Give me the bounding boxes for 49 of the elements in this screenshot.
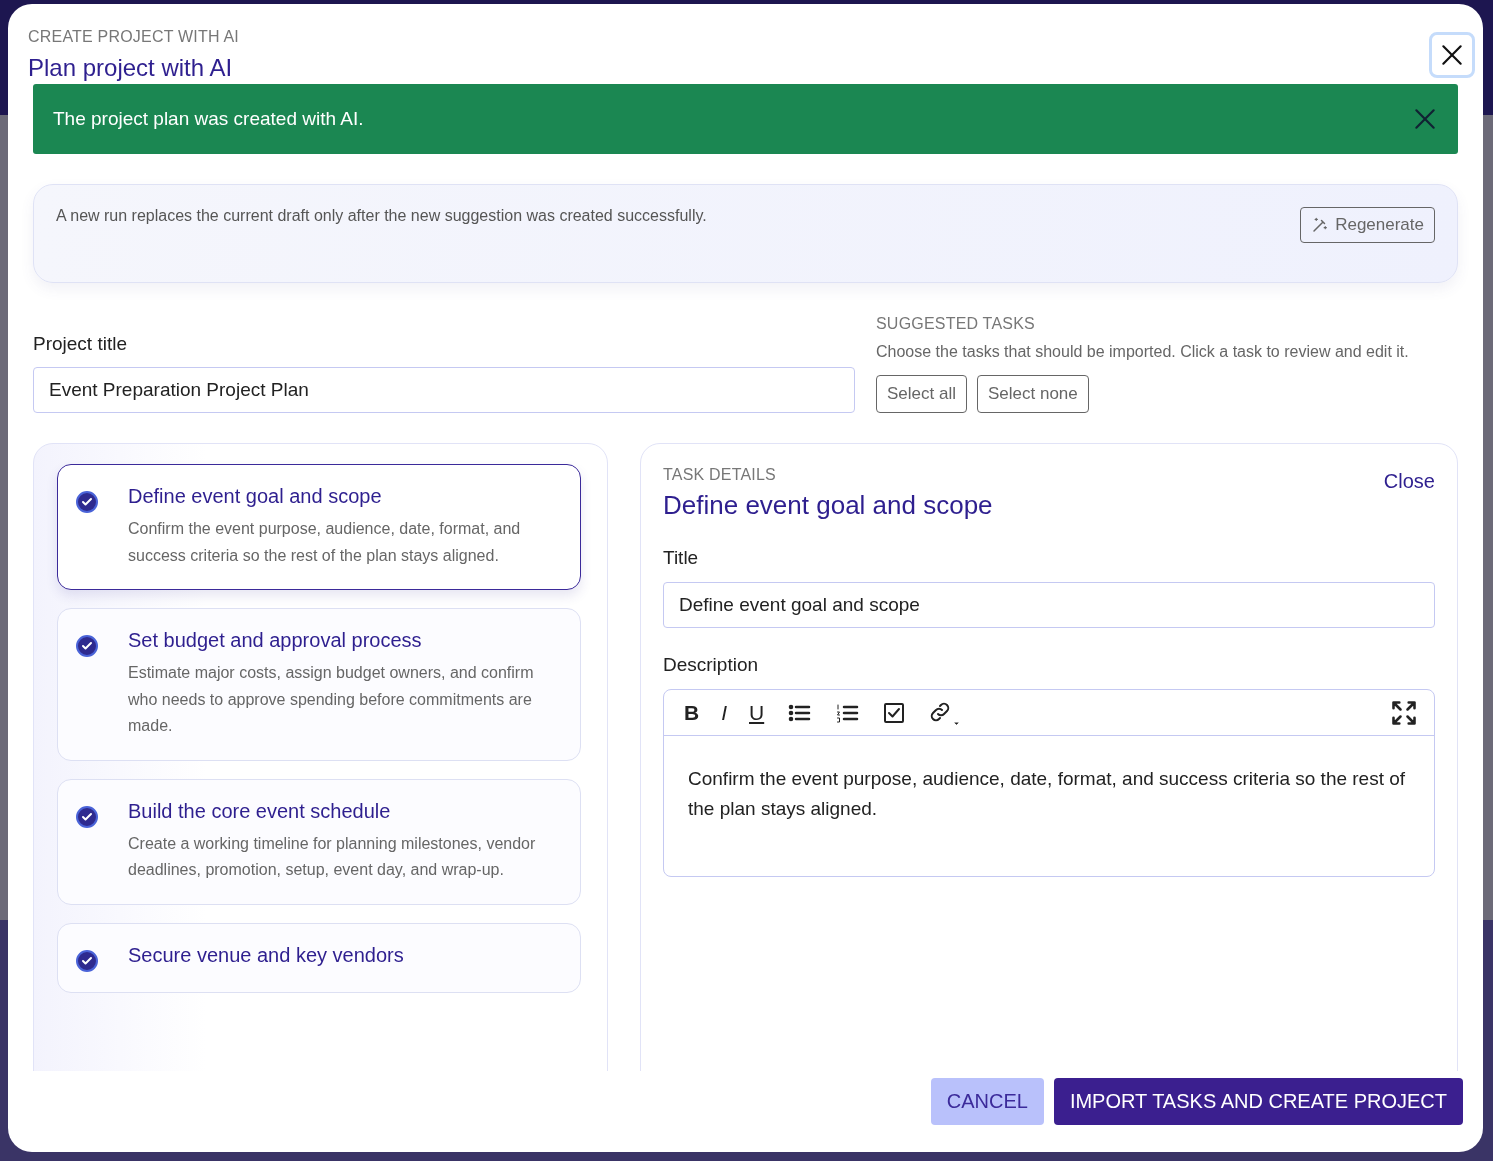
close-button[interactable]: [1429, 32, 1475, 78]
checkbox[interactable]: [76, 805, 98, 828]
info-text: A new run replaces the current draft only after the new suggestion was created successfully.: [56, 207, 707, 225]
task-card[interactable]: Secure venue and key vendors: [57, 922, 581, 993]
magic-wand-icon: [1311, 216, 1330, 234]
alert-message: The project plan was created with AI.: [53, 108, 364, 130]
check-icon: [81, 640, 93, 652]
task-title: Build the core event schedule: [128, 799, 392, 823]
close-link[interactable]: Close: [1383, 470, 1435, 493]
task-title: Secure venue and key vendors: [128, 943, 405, 967]
expand-icon: [1390, 698, 1418, 727]
task-card[interactable]: Define event goal and scope Confirm the event purpose, audience, date, format, and success criteria so the rest of the plan stays aligned.: [57, 464, 581, 590]
task-description: Create a working timeline for planning milestones, vendor deadlines, promotion, setup, event day, and wrap-up.: [128, 833, 537, 880]
field-label: Description: [663, 654, 760, 676]
field-label: Title: [663, 547, 700, 569]
regenerate-button[interactable]: Regenerate: [1300, 207, 1435, 243]
field-label: Project title: [33, 333, 128, 355]
checkbox-icon: [882, 700, 907, 725]
task-description: Estimate major costs, assign budget owners, and confirm who needs to approve spending before commitments are made.: [128, 663, 535, 736]
task-card[interactable]: Build the core event schedule Create a working timeline for planning milestones, vendor deadlines, promotion, setup, event day, and wrap-up.: [57, 778, 581, 905]
task-title: Define event goal and scope: [128, 485, 383, 508]
checkbox[interactable]: [76, 949, 98, 972]
checkbox[interactable]: [76, 491, 98, 513]
close-icon: [1412, 106, 1438, 132]
section-eyebrow: SUGGESTED TASKS: [876, 315, 1036, 333]
import-button[interactable]: IMPORT TASKS AND CREATE PROJECT: [1053, 1078, 1463, 1125]
bold-button[interactable]: B: [682, 700, 702, 725]
task-card[interactable]: Set budget and approval process Estimate major costs, assign budget owners, and confirm who needs to approve spending before commitments are made.: [57, 608, 581, 761]
project-title-field[interactable]: Event Preparation Project Plan: [33, 367, 855, 413]
close-icon: [1439, 42, 1465, 68]
dialog-title: Plan project with AI: [28, 54, 234, 82]
task-title-field[interactable]: Define event goal and scope: [663, 582, 1435, 628]
check-icon: [81, 810, 93, 823]
underline-button[interactable]: U: [747, 700, 767, 725]
check-icon: [81, 496, 93, 508]
section-description: Choose the tasks that should be imported. Click a task to review and edit it.: [876, 342, 1410, 362]
select-button[interactable]: Select all: [876, 375, 967, 413]
details-eyebrow: TASK DETAILS: [663, 466, 777, 484]
details-title: Define event goal and scope: [663, 490, 993, 521]
select-button[interactable]: Select none: [977, 375, 1089, 413]
description-text: Confirm the event purpose, audience, date, format, and success criteria so the rest of the plan stays aligned.: [687, 767, 1407, 821]
italic-button[interactable]: I: [719, 700, 729, 725]
task-description: Confirm the event purpose, audience, date, format, and success criteria so the rest of the plan stays aligned.: [128, 519, 522, 566]
cancel-button[interactable]: CANCEL: [930, 1078, 1044, 1125]
task-title: Set budget and approval process: [128, 629, 423, 652]
check-icon: [81, 954, 93, 967]
rich-text-editor[interactable]: B I U Confirm the event purpose, audience, date, format, and success criteria so the rest of the plan stays aligned.: [663, 689, 1435, 877]
checkbox[interactable]: [76, 635, 98, 657]
dialog-eyebrow: CREATE PROJECT WITH AI: [28, 28, 239, 46]
